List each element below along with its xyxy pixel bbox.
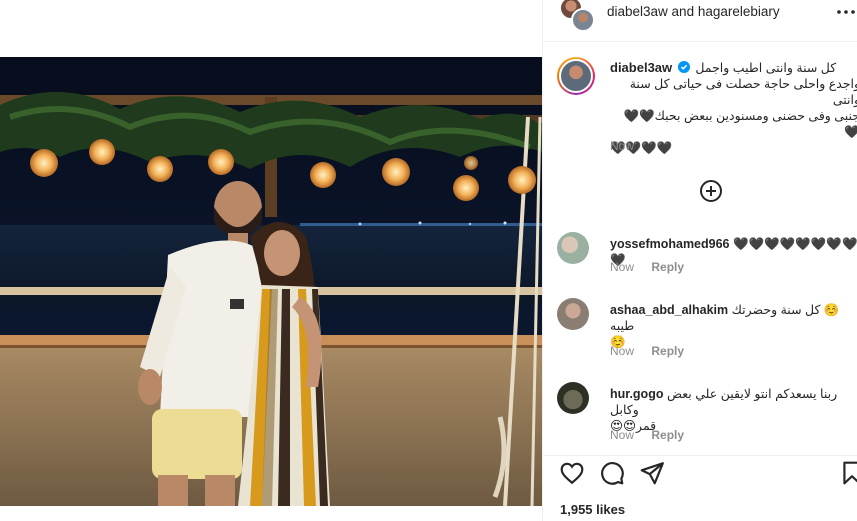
reply-button[interactable]: Reply <box>651 428 684 442</box>
bookmark-icon[interactable] <box>839 460 857 486</box>
send-icon[interactable] <box>639 460 665 486</box>
author-username[interactable]: diabel3aw <box>610 60 672 75</box>
more-horizontal-icon[interactable] <box>834 0 857 24</box>
author-avatar[interactable] <box>557 57 595 95</box>
caption-line: جنبى وفى حضنى ومسنودين ببعض بحبك🖤🖤🖤 <box>623 109 857 139</box>
comment-timestamp: Now <box>610 428 635 442</box>
comment-meta: Now Reply <box>610 260 684 274</box>
collab-avatars[interactable] <box>559 0 595 32</box>
post-media-pane <box>0 0 542 521</box>
comment-icon[interactable] <box>599 460 625 486</box>
comment-timestamp: Now <box>610 260 635 274</box>
likes-count[interactable]: 1,955 likes <box>560 502 625 517</box>
verified-badge-icon <box>677 61 690 73</box>
couple-photo-illustration <box>0 57 542 506</box>
reply-button[interactable]: Reply <box>651 344 684 358</box>
caption-line: واجدع واحلى حاجة حصلت فى حياتى كل سنة وا… <box>629 77 857 107</box>
comment-username[interactable]: yossefmohamed966 <box>610 237 730 251</box>
comment-meta: Now Reply <box>610 428 684 442</box>
caption-line: 🖤🖤🖤🖤 <box>610 141 673 155</box>
caption-timestamp: Now <box>610 139 635 153</box>
caption-line: كل سنة وانتى اطيب واجمل <box>695 61 837 75</box>
post-header: diabel3aw and hagarelebiary <box>543 0 857 42</box>
avatar[interactable] <box>557 232 589 264</box>
comment-username[interactable]: hur.gogo <box>610 387 663 401</box>
heart-icon[interactable] <box>559 460 585 486</box>
comment-timestamp: Now <box>610 344 635 358</box>
post-photo[interactable] <box>0 57 542 506</box>
post-actions-bar <box>543 455 857 495</box>
avatar[interactable] <box>557 382 589 414</box>
comment-meta: Now Reply <box>610 344 684 358</box>
comment-body: ashaa_abd_alhakim ☺️ كل سنة وحضرتك طيبه … <box>610 302 857 350</box>
caption-body: diabel3aw كل سنة وانتى اطيب واجمل واجدع … <box>610 60 857 156</box>
add-circle-icon[interactable] <box>699 179 723 203</box>
collab-usernames[interactable]: diabel3aw and hagarelebiary <box>607 4 780 19</box>
comment-username[interactable]: ashaa_abd_alhakim <box>610 303 728 317</box>
post-sidebar: diabel3aw and hagarelebiary diabel3aw كل… <box>542 0 857 521</box>
reply-button[interactable]: Reply <box>651 260 684 274</box>
avatar[interactable] <box>557 298 589 330</box>
comment-body: hur.gogo ربنا يسعدكم انتو لايقين علي بعض… <box>610 386 857 434</box>
avatar <box>571 8 595 32</box>
